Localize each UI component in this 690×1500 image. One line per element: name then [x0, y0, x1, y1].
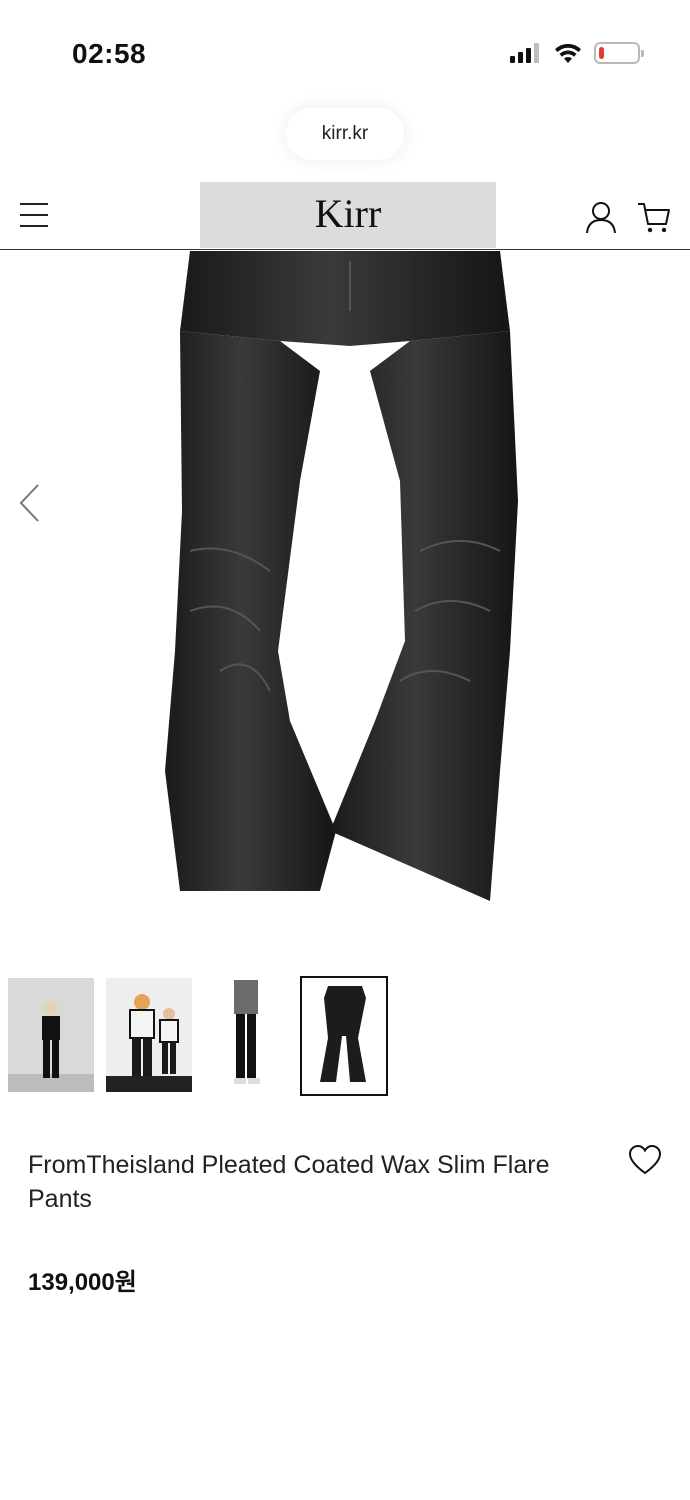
status-time: 02:58 — [72, 38, 147, 69]
prev-arrow-icon[interactable] — [16, 483, 42, 523]
thumbnail-strip — [8, 976, 408, 1098]
site-header: Kirr — [0, 182, 690, 250]
wifi-icon — [555, 43, 581, 63]
battery-icon — [594, 42, 644, 64]
heart-icon[interactable] — [628, 1144, 662, 1176]
account-icon[interactable] — [584, 200, 618, 234]
product-gallery — [0, 251, 690, 951]
product-main-image[interactable] — [160, 251, 530, 911]
thumbnail-2[interactable] — [106, 978, 192, 1092]
signal-icon — [510, 43, 539, 63]
site-logo[interactable]: Kirr — [200, 190, 496, 237]
product-price: 139,000원 — [28, 1269, 137, 1296]
cart-icon[interactable] — [636, 200, 672, 234]
thumbnail-4-selected[interactable] — [300, 976, 388, 1096]
url-bar[interactable]: kirr.kr — [286, 108, 404, 160]
thumbnail-3[interactable] — [204, 978, 290, 1092]
status-bar: 02:58 — [0, 0, 690, 100]
product-title: FromTheisland Pleated Coated Wax Slim Fl… — [28, 1151, 550, 1213]
battery-level — [599, 47, 604, 59]
menu-icon[interactable] — [20, 203, 48, 227]
thumbnail-1[interactable] — [8, 978, 94, 1092]
url-text: kirr.kr — [321, 123, 369, 144]
status-icons — [510, 42, 644, 64]
